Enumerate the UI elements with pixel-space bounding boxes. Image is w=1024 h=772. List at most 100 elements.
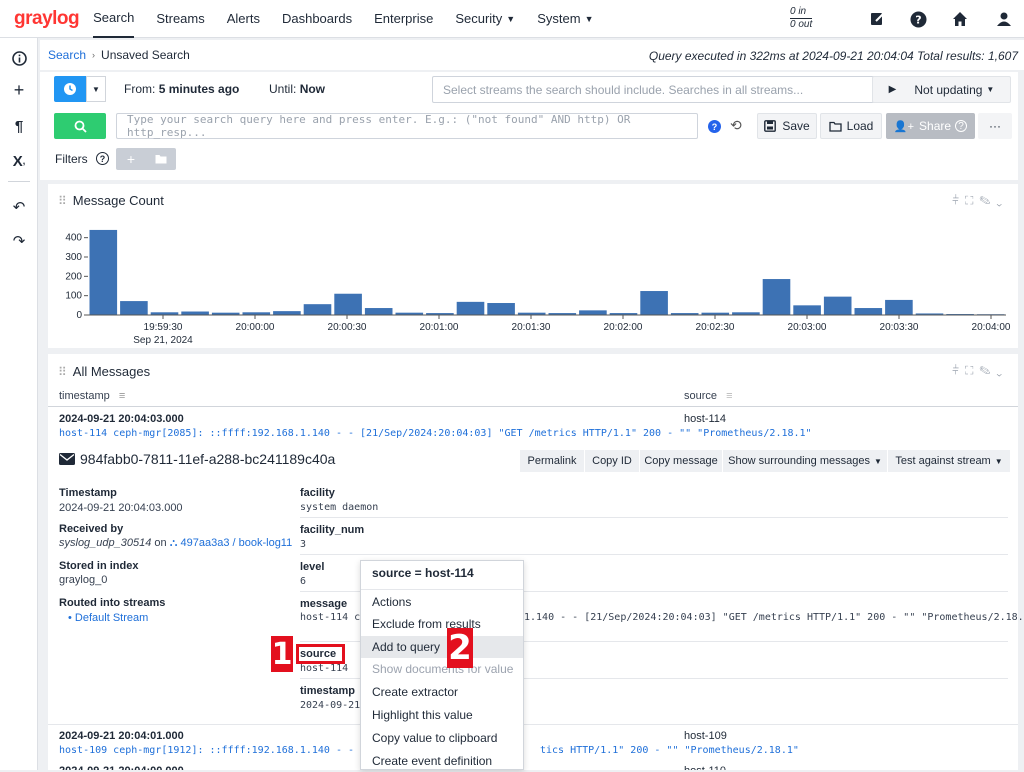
user-icon[interactable] [994,9,1014,29]
default-stream-link[interactable]: • Default Stream [68,612,148,624]
time-range-dropdown[interactable]: ▼ [86,76,106,102]
stored-in-value: graylog_0 [59,574,108,586]
notes-icon[interactable] [868,9,888,29]
nav-system[interactable]: System ▼ [537,0,593,38]
drag-handle-icon[interactable]: ⠿ [58,365,67,379]
refresh-control[interactable]: ▶ Not updating ▼ [872,76,1011,103]
field-message-value[interactable]: host-114 ce [300,612,366,623]
play-icon: ▶ [888,84,897,95]
nav-enterprise[interactable]: Enterprise [374,0,433,38]
history-icon[interactable]: ⟲ [730,117,742,134]
node-link[interactable]: 497aa3a3 / book-log11 [181,537,293,549]
column-label: source [684,390,718,402]
nav-dashboards[interactable]: Dashboards [282,0,352,38]
field-message-value-rest[interactable]: 1.140 - - [21/Sep/2024:20:04:03] "GET /m… [524,612,1024,623]
expand-width-icon[interactable]: ⫩ [952,193,965,207]
query-help-icon[interactable]: ? [708,120,721,133]
field-timestamp-value[interactable]: 2024-09-21 [300,700,360,711]
column-header-timestamp[interactable]: timestamp ≡ [59,390,125,402]
nav-security[interactable]: Security ▼ [455,0,515,38]
nav-streams[interactable]: Streams [156,0,204,38]
row-timestamp[interactable]: 2024-09-21 20:04:01.000 [59,730,184,742]
help-icon[interactable]: ? [908,9,928,29]
button-label: Show surrounding messages [728,455,870,467]
home-icon[interactable] [950,9,970,29]
edit-icon[interactable]: ✎ [979,193,996,207]
undo-icon[interactable]: ↶ [9,197,29,217]
share-button[interactable]: 👤+ Share ? [886,113,975,139]
from-value: 5 minutes ago [158,82,240,96]
fullscreen-icon[interactable]: ⛶ [965,193,979,207]
row-message-rest[interactable]: tics HTTP/1.1" 200 - "" "Prometheus/2.18… [540,745,799,756]
menu-highlight-value[interactable]: Highlight this value [361,704,523,726]
sort-icon[interactable]: ≡ [119,390,125,402]
row-source[interactable]: host-109 [684,730,727,742]
redo-icon[interactable]: ↷ [9,231,29,251]
breadcrumb-current: Unsaved Search [101,48,190,62]
time-range-button[interactable] [54,76,86,102]
permalink-button[interactable]: Permalink [520,450,584,472]
widget-title[interactable]: ⠿ All Messages [58,364,150,379]
x-tick-label: 20:04:00 [972,322,1011,333]
field-facility-value[interactable]: system daemon [300,502,378,513]
pilcrow-icon[interactable]: ¶ [9,116,29,136]
received-on: on [154,537,167,549]
filters-help-icon[interactable]: ? [96,152,109,165]
widget-title[interactable]: ⠿ Message Count [58,193,164,208]
column-header-source[interactable]: source ≡ [684,390,733,402]
row-source[interactable]: host-110 [684,765,726,770]
copy-id-button[interactable]: Copy ID [585,450,639,472]
chevron-down-icon[interactable]: ⌄ [996,193,1008,207]
search-button[interactable] [54,113,106,139]
field-level[interactable]: level [300,561,324,573]
sort-icon[interactable]: ≡ [726,390,732,402]
from-display[interactable]: From: 5 minutes ago [124,82,239,96]
field-facility[interactable]: facility [300,487,335,499]
info-icon[interactable] [9,48,29,68]
menu-copy-value[interactable]: Copy value to clipboard [361,727,523,749]
histogram-bar [364,308,393,315]
menu-exclude-from-results[interactable]: Exclude from results [361,613,523,635]
edit-icon[interactable]: ✎ [979,363,996,377]
expand-width-icon[interactable]: ⫩ [952,363,965,377]
variable-icon[interactable]: X, [9,151,29,171]
field-facility-num[interactable]: facility_num [300,524,364,536]
streams-select[interactable]: Select streams the search should include… [432,76,906,103]
row-message[interactable]: host-114 ceph-mgr[2085]: ::ffff:192.168.… [59,428,812,439]
timestamp-value: 2024-09-21 20:04:03.000 [59,502,183,514]
chevron-down-icon[interactable]: ⌄ [996,363,1008,377]
field-timestamp[interactable]: timestamp [300,685,355,697]
nav-search[interactable]: Search [93,0,135,38]
plus-icon[interactable]: + [9,80,29,100]
until-display[interactable]: Until: Now [269,82,325,96]
field-message[interactable]: message [300,598,347,610]
add-filter-button[interactable]: + [116,151,146,167]
copy-message-button[interactable]: Copy message [640,450,722,472]
folder-filter-button[interactable] [146,154,176,164]
drag-handle-icon[interactable]: ⠿ [58,194,67,208]
y-tick-label: 200 [65,271,82,282]
breadcrumb-search-link[interactable]: Search [48,48,86,62]
test-against-stream-button[interactable]: Test against stream ▼ [888,450,1010,472]
row-source[interactable]: host-114 [684,413,726,425]
more-actions-button[interactable]: ··· [978,113,1012,139]
menu-create-extractor[interactable]: Create extractor [361,681,523,703]
row-timestamp[interactable]: 2024-09-21 20:04:03.000 [59,413,184,425]
menu-add-to-query[interactable]: Add to query [361,636,523,658]
menu-create-event-definition[interactable]: Create event definition [361,750,523,772]
filter-buttons: + [116,148,176,170]
histogram-bar [579,310,607,315]
show-surrounding-button[interactable]: Show surrounding messages ▼ [723,450,887,472]
field-facility-num-value[interactable]: 3 [300,539,306,550]
load-button[interactable]: Load [820,113,882,139]
nav-alerts[interactable]: Alerts [227,0,260,38]
throughput-indicator[interactable]: 0 in 0 out [790,6,813,31]
field-source-value[interactable]: host-114 [300,663,348,674]
fullscreen-icon[interactable]: ⛶ [965,363,979,377]
search-query-input[interactable]: Type your search query here and press en… [116,113,698,139]
field-level-value[interactable]: 6 [300,576,306,587]
graylog-logo[interactable]: graylog [14,8,80,30]
save-button[interactable]: Save [757,113,817,139]
row-timestamp[interactable]: 2024-09-21 20:04:00.000 [59,765,184,770]
row-message[interactable]: host-109 ceph-mgr[1912]: ::ffff:192.168.… [59,745,378,756]
